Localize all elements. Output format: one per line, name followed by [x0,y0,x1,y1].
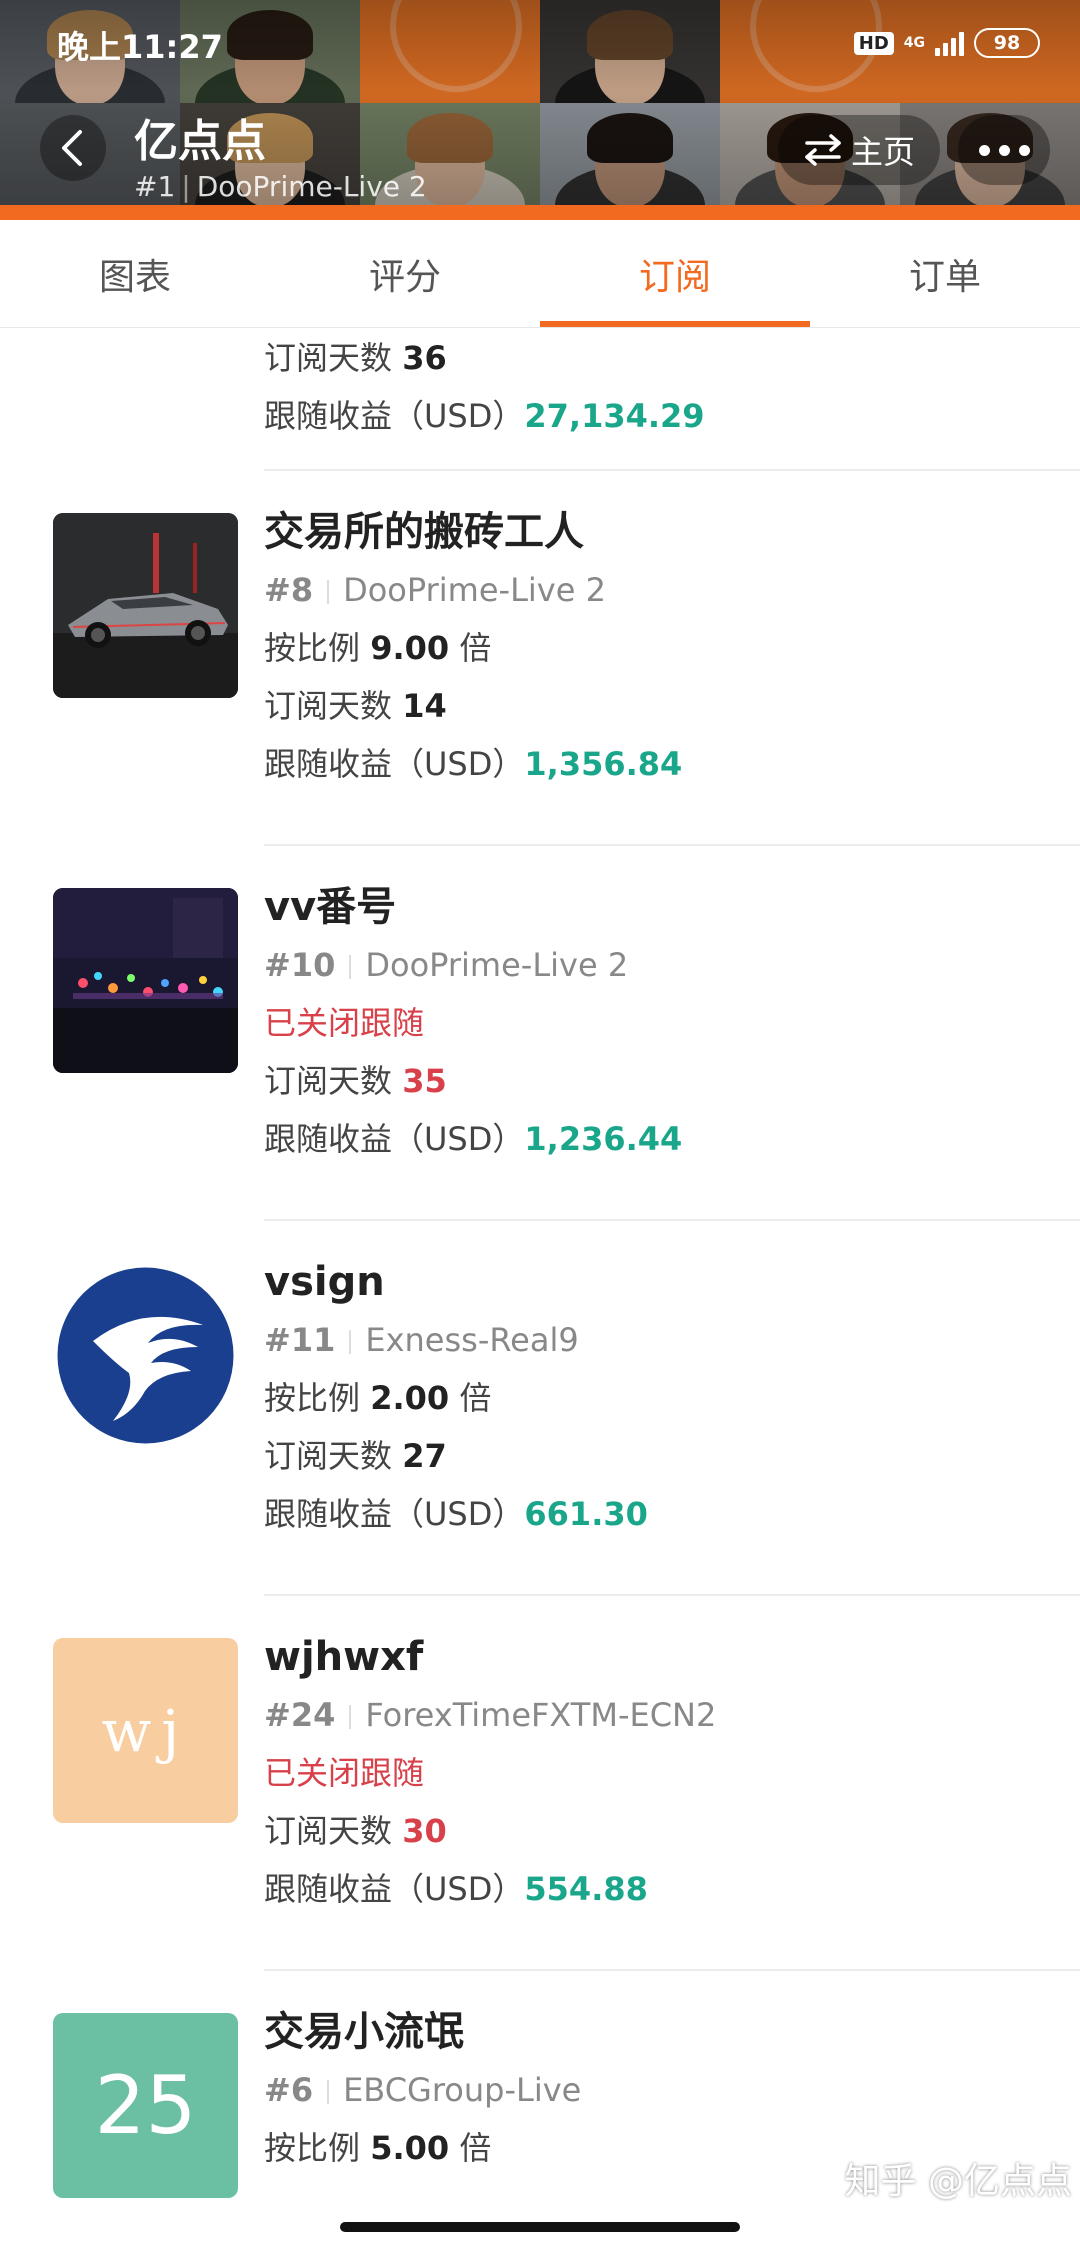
trader-name: 交易所的搬砖工人 [264,509,584,555]
trader-rank: #1 [134,170,176,203]
follow-closed-status: 已关闭跟随 [264,1754,425,1792]
page-title: 亿点点 [134,116,266,167]
ratio-row: 按比例 5.00 倍 [264,2129,492,2167]
list-item[interactable]: wj wjhwxf #24 ForexTimeFXTM-ECN2 已关闭跟随 订阅… [0,1596,1080,1971]
trader-name: wjhwxf [264,1634,424,1680]
trader-rank-row: #24 ForexTimeFXTM-ECN2 [264,1696,717,1734]
days-row: 订阅天数 30 [264,1812,447,1850]
home-indicator[interactable] [340,2222,740,2232]
avatar [53,1263,238,1448]
profit-row: 跟随收益（USD）1,236.44 [264,1120,683,1158]
days-row: 订阅天数 14 [264,687,447,725]
trader-name: vsign [264,1259,385,1305]
trader-server: DooPrime-Live 2 [196,170,427,203]
days-row: 订阅天数 27 [264,1437,447,1475]
trader-rank-row: #11 Exness-Real9 [264,1321,579,1359]
trader-rank-row: #10 DooPrime-Live 2 [264,946,629,984]
battery-icon: 98 [974,28,1040,58]
avatar [53,513,238,698]
home-label: 主页 [850,133,915,171]
avatar: wj [53,1638,238,1823]
status-time: 晚上11:27 [57,28,223,66]
ratio-row: 按比例 2.00 倍 [264,1379,492,1417]
tab-chart[interactable]: 图表 [0,220,270,327]
watermark: 知乎 @亿点点 [844,2161,1072,2202]
tab-subscriptions[interactable]: 订阅 [540,220,810,327]
avatar [53,888,238,1073]
ellipsis-icon [978,144,990,156]
profile-header: 晚上11:27 HD 4G 98 亿点点 #1 | DooPrime-Live 2 … [0,0,1080,220]
trader-name: vv番号 [264,884,397,930]
eagle-logo-icon [57,1267,234,1444]
trader-name: 交易小流氓 [264,2009,464,2055]
night-lights-photo [53,888,238,1073]
tab-orders[interactable]: 订单 [810,220,1080,327]
list-item[interactable]: vsign #11 Exness-Real9 按比例 2.00 倍 订阅天数 27… [0,1221,1080,1596]
home-button[interactable]: 主页 [778,115,940,185]
days-row: 订阅天数 35 [264,1062,447,1100]
trader-rank-row: #8 DooPrime-Live 2 [264,571,606,609]
trader-rank-row: #6 EBCGroup-Live [264,2071,582,2109]
ratio-row: 按比例 9.00 倍 [264,629,492,667]
follow-closed-status: 已关闭跟随 [264,1004,425,1042]
back-button[interactable] [40,115,106,181]
chevron-left-icon [62,130,82,166]
page-subtitle: #1 | DooPrime-Live 2 [134,170,427,203]
tab-bar: 图表 评分 订阅 订单 [0,220,1080,328]
profit-row: 跟随收益（USD）1,356.84 [264,745,683,783]
avatar: 25 [53,2013,238,2198]
list-item[interactable]: vv番号 #10 DooPrime-Live 2 已关闭跟随 订阅天数 35 跟随… [0,846,1080,1221]
subscription-list: 订阅天数 36 跟随收益（USD）27,134.29 交易所的搬砖工人 #8 D… [0,329,1080,2231]
profit-row: 跟随收益（USD）27,134.29 [264,397,705,435]
status-icons: HD 4G 98 [853,28,1040,58]
car-photo [53,513,238,698]
days-row: 订阅天数 36 [264,339,447,377]
tab-rating[interactable]: 评分 [270,220,540,327]
list-item[interactable]: 交易所的搬砖工人 #8 DooPrime-Live 2 按比例 9.00 倍 订阅… [0,471,1080,846]
more-button[interactable] [958,115,1050,185]
profit-row: 跟随收益（USD）661.30 [264,1495,648,1533]
signal-icon [935,30,964,56]
avatar-initials: wj [101,1696,190,1765]
list-item[interactable]: 订阅天数 36 跟随收益（USD）27,134.29 [0,329,1080,471]
swap-arrows-icon [805,134,841,166]
network-type: 4G [903,35,925,51]
profit-row: 跟随收益（USD）554.88 [264,1870,648,1908]
hd-badge: HD [853,31,894,55]
avatar-initials: 25 [94,2059,197,2152]
